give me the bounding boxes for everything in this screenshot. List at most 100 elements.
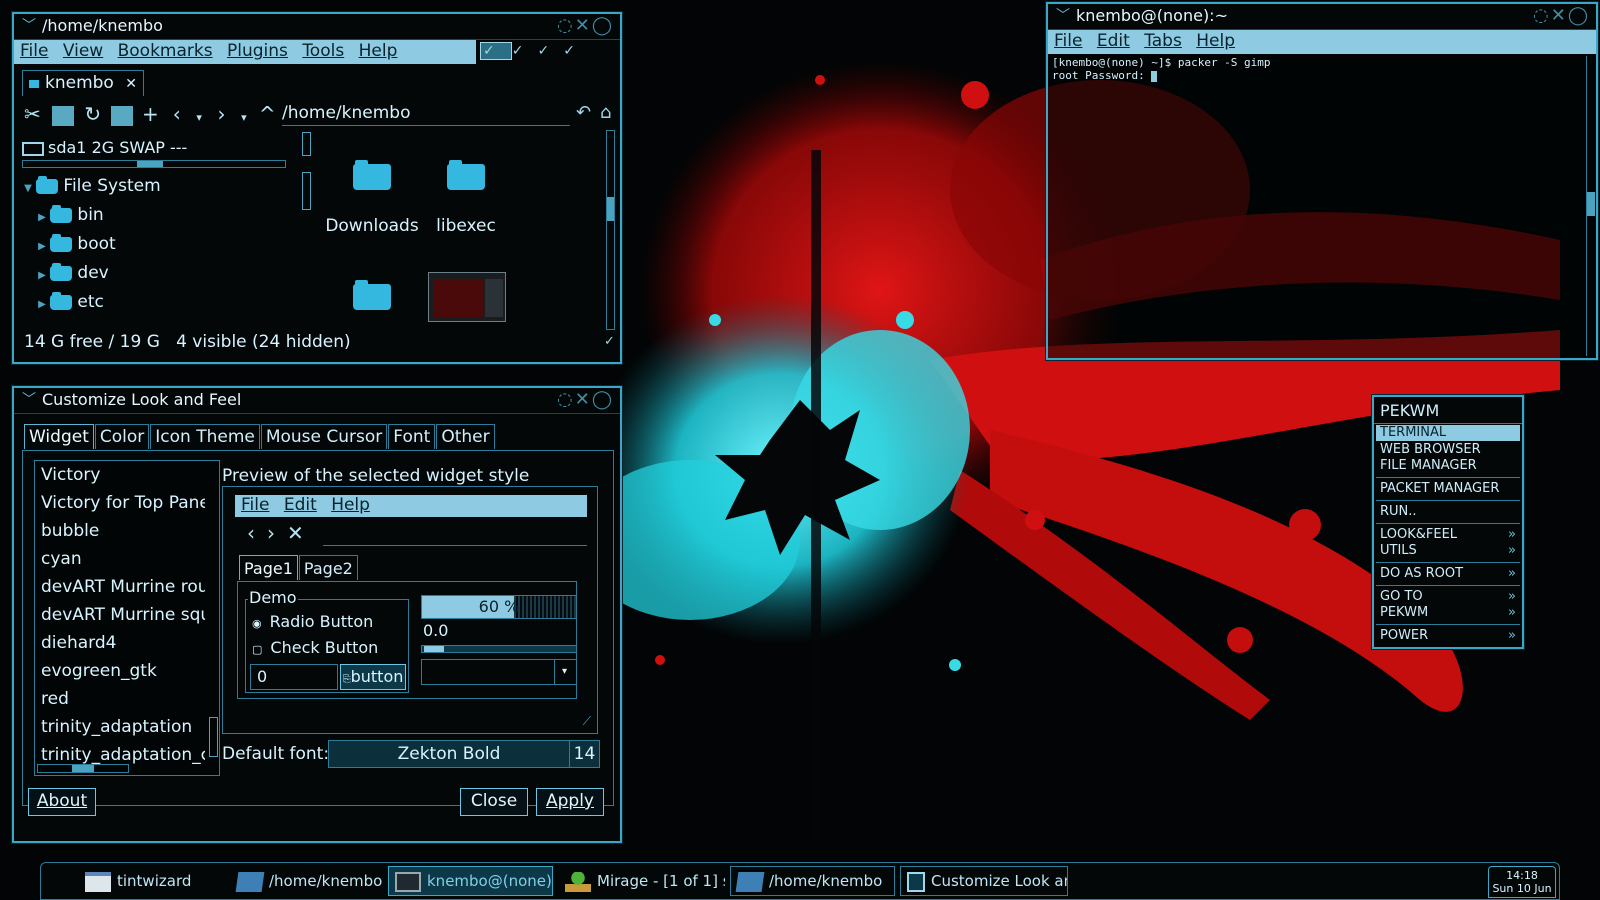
theme-list-item[interactable]: bubble <box>35 517 205 545</box>
menu-tabs[interactable]: Tabs <box>1144 31 1182 51</box>
preview-tab-page1[interactable]: Page1 <box>239 555 298 580</box>
tab-font[interactable]: Font <box>388 424 436 449</box>
menu-item-run[interactable]: RUN.. <box>1374 504 1522 520</box>
check-button[interactable]: ▢ Check Button <box>252 638 378 657</box>
drive-icon[interactable] <box>52 105 75 126</box>
preview-forward-icon[interactable]: › <box>267 521 287 545</box>
tab-close-icon[interactable]: ✕ <box>125 76 137 92</box>
menu-file[interactable]: File <box>20 41 48 61</box>
font-picker-button[interactable]: Zekton Bold 14 <box>328 740 600 768</box>
device-row[interactable]: sda1 2G SWAP --- <box>22 134 297 162</box>
preview-menu-file[interactable]: File <box>241 495 269 515</box>
close-icon[interactable]: ✕ <box>575 389 592 410</box>
theme-list-item[interactable]: red <box>35 685 205 713</box>
resize-grip-icon[interactable]: ⟋ <box>583 714 591 729</box>
menu-item-terminal[interactable]: TERMINAL <box>1376 425 1520 441</box>
maximize-icon[interactable]: ◯ <box>592 389 614 410</box>
scale-slider[interactable] <box>421 645 577 653</box>
menu-view[interactable]: View <box>63 41 103 61</box>
theme-list-item[interactable]: devART Murrine squa <box>35 601 205 629</box>
icon-downloads[interactable]: Downloads <box>322 160 422 236</box>
radio-button[interactable]: ◉ Radio Button <box>252 612 373 631</box>
apply-button[interactable]: Apply <box>536 788 604 816</box>
theme-list-item[interactable]: devART Murrine rounc <box>35 573 205 601</box>
back-dropdown-icon[interactable]: ▾ <box>192 111 206 124</box>
menu-help[interactable]: Help <box>1196 31 1235 51</box>
screenshot-thumbnail-icon[interactable] <box>428 272 506 322</box>
theme-list-scrollbar[interactable] <box>209 717 218 757</box>
about-button[interactable]: About <box>28 788 96 816</box>
maximize-icon[interactable]: ◯ <box>592 15 614 36</box>
terminal-output[interactable]: [knembo@(none) ~]$ packer -S gimp root P… <box>1052 56 1582 356</box>
clock[interactable]: 14:18 Sun 10 Jun <box>1488 866 1556 898</box>
menu-item-go-to[interactable]: GO TO » <box>1374 589 1522 605</box>
forward-dropdown-icon[interactable]: ▾ <box>237 111 251 124</box>
file-manager-titlebar[interactable]: ﹀ /home/knembo ◌✕◯ <box>14 14 620 40</box>
reload-icon[interactable]: ↶ <box>576 102 591 123</box>
menu-file[interactable]: File <box>1054 31 1082 51</box>
tab-widget[interactable]: Widget <box>24 424 94 449</box>
vertical-scrollbar[interactable] <box>606 130 615 330</box>
collapsed-arrow-icon[interactable]: ▶ <box>34 232 50 261</box>
look-feel-titlebar[interactable]: ﹀ Customize Look and Feel ◌✕◯ <box>14 388 620 414</box>
window-menu-chevron-icon[interactable]: ﹀ <box>22 14 36 38</box>
close-icon[interactable]: ✕ <box>1551 5 1568 26</box>
horizontal-scrollbar[interactable] <box>22 160 286 168</box>
collapsed-arrow-icon[interactable]: ▶ <box>34 261 50 290</box>
theme-list-item[interactable]: Victory for Top Panels <box>35 489 205 517</box>
menu-tools[interactable]: Tools <box>302 41 344 61</box>
terminal-scrollbar[interactable] <box>1586 56 1595 356</box>
menu-item-file-manager[interactable]: FILE MANAGER <box>1374 458 1522 474</box>
theme-list-item[interactable]: cyan <box>35 545 205 573</box>
check-icon[interactable]: ✓ <box>537 43 563 59</box>
preview-tab-page2[interactable]: Page2 <box>298 555 358 580</box>
up-icon[interactable]: ^ <box>257 102 277 126</box>
task-customize-look[interactable]: Customize Look an... <box>900 866 1068 896</box>
combo-box[interactable]: ▾ <box>421 659 577 685</box>
menu-item-do-as-root[interactable]: DO AS ROOT » <box>1374 566 1522 582</box>
theme-list-item[interactable]: diehard4 <box>35 629 205 657</box>
menu-bookmarks[interactable]: Bookmarks <box>118 41 213 61</box>
spin-entry[interactable]: 0 <box>250 664 338 690</box>
maximize-icon[interactable]: ◯ <box>1568 5 1590 26</box>
home-icon[interactable]: ⌂ <box>600 102 611 123</box>
minimize-icon[interactable]: ◌ <box>1533 5 1551 26</box>
task-mirage[interactable]: Mirage - [1 of 1] scre... <box>558 866 726 896</box>
tab-color[interactable]: Color <box>94 424 150 449</box>
theme-list-item[interactable]: evogreen_gtk <box>35 657 205 685</box>
minimize-icon[interactable]: ◌ <box>557 15 575 36</box>
menu-item-web-browser[interactable]: WEB BROWSER <box>1374 442 1522 458</box>
demo-button[interactable]: ⎘button <box>340 664 406 690</box>
icon-libexec[interactable]: libexec <box>416 160 516 236</box>
close-icon[interactable]: ✕ <box>575 15 592 36</box>
tab-mouse-cursor[interactable]: Mouse Cursor <box>260 424 388 449</box>
task-file-manager-2[interactable]: /home/knembo <box>730 866 895 896</box>
menu-item-packet-manager[interactable]: PACKET MANAGER <box>1374 481 1522 497</box>
tree-item-bin[interactable]: ▶ bin <box>20 201 290 230</box>
window-menu-chevron-icon[interactable]: ﹀ <box>22 388 36 412</box>
menu-item-utils[interactable]: UTILS » <box>1374 543 1522 559</box>
theme-list-hscrollbar[interactable] <box>37 764 129 773</box>
tab-other[interactable]: Other <box>436 424 495 449</box>
collapsed-arrow-icon[interactable]: ▶ <box>34 203 50 232</box>
check-icon[interactable]: ✓ <box>512 43 538 59</box>
tree-item-dev[interactable]: ▶ dev <box>20 259 290 288</box>
menu-item-power[interactable]: POWER » <box>1374 628 1522 644</box>
menu-item-look-feel[interactable]: LOOK&FEEL » <box>1374 527 1522 543</box>
menu-item-pekwm[interactable]: PEKWM » <box>1374 605 1522 621</box>
back-icon[interactable]: ‹ <box>168 102 186 126</box>
icon-folder[interactable] <box>322 280 422 310</box>
forward-icon[interactable]: › <box>213 102 231 126</box>
collapsed-arrow-icon[interactable]: ▶ <box>34 290 50 319</box>
expanded-arrow-icon[interactable]: ▼ <box>20 174 36 203</box>
location-bar[interactable]: /home/knembo <box>282 100 570 126</box>
close-button[interactable]: Close <box>460 788 528 816</box>
preview-menu-help[interactable]: Help <box>331 495 370 515</box>
check-icon[interactable]: ✓ <box>563 43 589 59</box>
window-menu-chevron-icon[interactable]: ﹀ <box>1056 4 1070 28</box>
tools-icon[interactable]: ✂ <box>24 102 46 126</box>
preview-back-icon[interactable]: ‹ <box>247 521 267 545</box>
menu-edit[interactable]: Edit <box>1097 31 1130 51</box>
tab-knembo[interactable]: knembo ✕ <box>22 70 144 96</box>
minimize-icon[interactable]: ◌ <box>557 389 575 410</box>
